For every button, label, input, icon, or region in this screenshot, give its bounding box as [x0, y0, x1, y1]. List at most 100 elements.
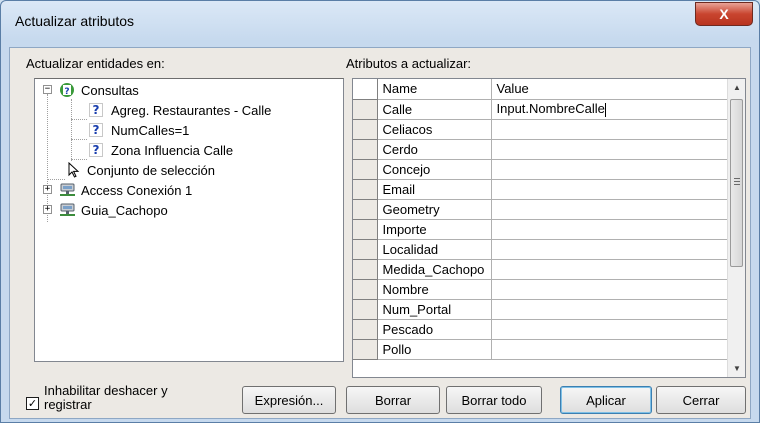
tree-item-agreg-restaurantes[interactable]: ? Agreg. Restaurantes - Calle — [89, 101, 271, 119]
row-selector[interactable] — [353, 159, 378, 180]
table-row[interactable]: Nombre — [353, 279, 728, 300]
table-row[interactable]: Medida_Cachopo — [353, 259, 728, 280]
tree-item-numcalles[interactable]: ? NumCalles=1 — [89, 121, 189, 139]
table-row[interactable]: Localidad — [353, 239, 728, 260]
tree-item-conjunto-seleccion[interactable]: Conjunto de selección — [67, 161, 215, 179]
tree-item-guia-cachopo[interactable]: Guia_Cachopo — [59, 201, 168, 219]
disable-undo-label-line1: Inhabilitar deshacer y — [44, 383, 168, 398]
tree-item-consultas[interactable]: ? Consultas — [59, 81, 139, 99]
attribute-value-cell[interactable] — [491, 259, 728, 280]
expand-guia-button[interactable]: + — [43, 205, 52, 214]
row-selector[interactable] — [353, 199, 378, 220]
tree-item-label: Agreg. Restaurantes - Calle — [111, 102, 272, 118]
table-row[interactable]: Concejo — [353, 159, 728, 180]
attribute-name-cell[interactable]: Localidad — [377, 239, 492, 260]
table-row[interactable]: Calle Input.NombreCalle — [353, 99, 728, 120]
expand-access-button[interactable]: + — [43, 185, 52, 194]
grip-line — [734, 181, 740, 182]
attribute-value-cell[interactable] — [491, 339, 728, 360]
disable-undo-label-line2: registrar — [44, 397, 92, 412]
row-selector[interactable] — [353, 259, 378, 280]
table-row[interactable]: Importe — [353, 219, 728, 240]
attribute-name-cell[interactable]: Email — [377, 179, 492, 200]
grip-line — [734, 184, 740, 185]
query-icon: ? — [89, 103, 103, 117]
entities-label-text: Actualizar entidades en: — [26, 56, 165, 71]
title-bar: Actualizar atributos X — [1, 1, 759, 41]
scroll-down-arrow-icon[interactable]: ▼ — [728, 360, 745, 377]
table-row[interactable]: Pollo — [353, 339, 728, 360]
grip-line — [734, 178, 740, 179]
table-row[interactable]: Num_Portal — [353, 299, 728, 320]
attribute-value-cell[interactable] — [491, 219, 728, 240]
scrollbar-thumb[interactable] — [730, 99, 743, 267]
row-selector[interactable] — [353, 139, 378, 160]
tree-connector — [71, 159, 87, 160]
table-row[interactable]: Pescado — [353, 319, 728, 340]
tree-item-zona-influencia[interactable]: ? Zona Influencia Calle — [89, 141, 233, 159]
attributes-label: Atributos a actualizar: — [346, 56, 471, 71]
entities-tree[interactable]: − ? Consultas ? Agreg. Restaurantes - Ca… — [34, 78, 344, 362]
tree-item-access-conexion[interactable]: Access Conexión 1 — [59, 181, 192, 199]
attributes-scrollbar[interactable]: ▲ ▼ — [727, 79, 745, 377]
attribute-value-cell[interactable] — [491, 199, 728, 220]
column-header-value[interactable]: Value — [491, 79, 728, 100]
query-icon: ? — [89, 123, 103, 137]
apply-button[interactable]: Aplicar — [560, 386, 652, 414]
attribute-value-cell[interactable] — [491, 159, 728, 180]
attribute-name-cell[interactable]: Importe — [377, 219, 492, 240]
text-caret — [604, 102, 606, 117]
attribute-value-cell[interactable]: Input.NombreCalle — [491, 99, 728, 120]
query-folder-icon: ? — [59, 82, 75, 98]
attribute-value-cell[interactable] — [491, 299, 728, 320]
attribute-name-cell[interactable]: Cerdo — [377, 139, 492, 160]
delete-button[interactable]: Borrar — [346, 386, 440, 414]
row-selector[interactable] — [353, 239, 378, 260]
row-selector[interactable] — [353, 219, 378, 240]
attribute-name-cell[interactable]: Geometry — [377, 199, 492, 220]
row-header-cell — [353, 79, 378, 100]
delete-button-label: Borrar — [374, 392, 412, 408]
table-row[interactable]: Geometry — [353, 199, 728, 220]
attribute-name-cell[interactable]: Celiacos — [377, 119, 492, 140]
row-selector[interactable] — [353, 99, 378, 120]
attribute-name-cell[interactable]: Pollo — [377, 339, 492, 360]
attributes-grid[interactable]: Name Value Calle Input.NombreCalle Celiac… — [352, 78, 746, 378]
attribute-name-cell[interactable]: Num_Portal — [377, 299, 492, 320]
tree-item-label: Guia_Cachopo — [81, 202, 168, 218]
attribute-value-cell[interactable] — [491, 319, 728, 340]
table-row[interactable]: Email — [353, 179, 728, 200]
row-selector[interactable] — [353, 299, 378, 320]
scroll-up-arrow-icon[interactable]: ▲ — [728, 79, 745, 96]
row-selector[interactable] — [353, 339, 378, 360]
attribute-value-cell[interactable] — [491, 239, 728, 260]
attributes-table: Name Value Calle Input.NombreCalle Celiac… — [353, 79, 728, 360]
attribute-name-cell[interactable]: Concejo — [377, 159, 492, 180]
row-selector[interactable] — [353, 319, 378, 340]
table-row[interactable]: Cerdo — [353, 139, 728, 160]
attribute-name-cell[interactable]: Calle — [377, 99, 492, 120]
attribute-value-cell[interactable] — [491, 279, 728, 300]
table-row[interactable]: Celiacos — [353, 119, 728, 140]
disable-undo-checkbox[interactable]: ✓ — [26, 397, 39, 410]
collapse-consultas-button[interactable]: − — [43, 85, 52, 94]
tree-item-label: NumCalles=1 — [111, 122, 190, 138]
attribute-name-cell[interactable]: Pescado — [377, 319, 492, 340]
row-selector[interactable] — [353, 279, 378, 300]
attribute-name-cell[interactable]: Medida_Cachopo — [377, 259, 492, 280]
row-selector[interactable] — [353, 119, 378, 140]
database-icon — [59, 182, 77, 198]
column-header-name[interactable]: Name — [377, 79, 492, 100]
disable-undo-label[interactable]: Inhabilitar deshacer y registrar — [44, 384, 224, 412]
attribute-name-cell[interactable]: Nombre — [377, 279, 492, 300]
attribute-value-cell[interactable] — [491, 139, 728, 160]
close-window-button[interactable]: X — [695, 2, 753, 26]
table-header-row: Name Value — [353, 79, 728, 100]
attribute-value-cell[interactable] — [491, 179, 728, 200]
tree-connector — [71, 119, 87, 120]
expression-button[interactable]: Expresión... — [242, 386, 336, 414]
close-button[interactable]: Cerrar — [656, 386, 746, 414]
attribute-value-cell[interactable] — [491, 119, 728, 140]
row-selector[interactable] — [353, 179, 378, 200]
delete-all-button[interactable]: Borrar todo — [446, 386, 542, 414]
